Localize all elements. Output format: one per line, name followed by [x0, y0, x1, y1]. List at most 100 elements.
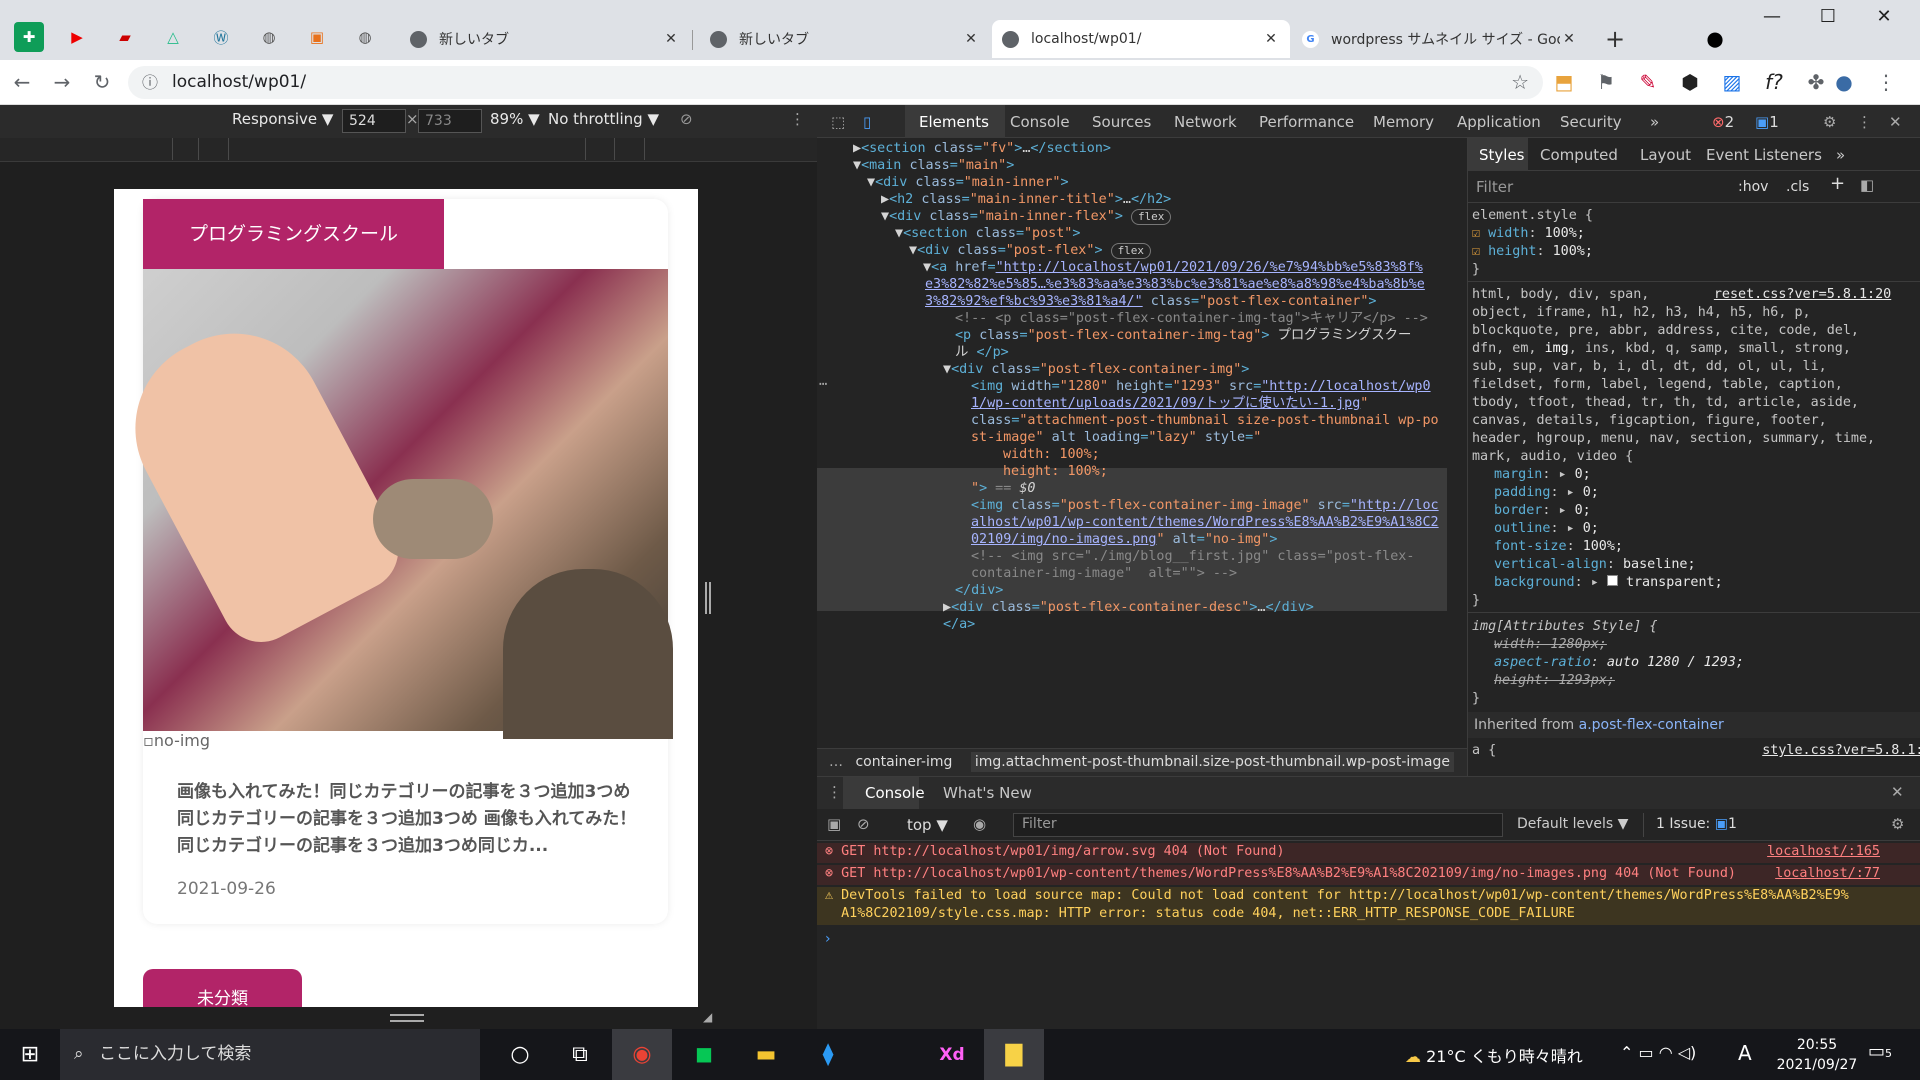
menu-icon[interactable]: ⋮	[1872, 68, 1900, 96]
rule-line[interactable]: aspect-ratio: auto 1280 / 1293;	[1494, 654, 1744, 672]
more-options-icon[interactable]: ⋮	[827, 783, 842, 801]
clear-console-icon[interactable]: ⊘	[857, 815, 870, 833]
extension-icon[interactable]: ✎	[1634, 68, 1662, 96]
rule-line[interactable]: height: 1293px;	[1494, 672, 1615, 690]
console-warning[interactable]: ⚠ DevTools failed to load source map: Co…	[817, 887, 1920, 925]
rule-line[interactable]: }	[1472, 690, 1480, 708]
dom-line[interactable]: </a>	[943, 614, 975, 635]
category-tag[interactable]: プログラミングスクール	[143, 199, 444, 269]
breadcrumb-item[interactable]: img.attachment-post-thumbnail.size-post-…	[970, 752, 1454, 772]
font-icon[interactable]: f?	[1760, 68, 1788, 96]
dom-line[interactable]: container-img-image" alt=""> -->	[971, 563, 1237, 584]
back-icon[interactable]: ←	[8, 68, 36, 96]
bookmark-icon[interactable]: ⚑	[1592, 68, 1620, 96]
width-input[interactable]	[342, 109, 406, 133]
rule-line[interactable]: mark, audio, video {	[1472, 448, 1633, 466]
levels-select[interactable]: Default levels ▼	[1517, 816, 1628, 832]
extensions-icon[interactable]: ✤	[1802, 68, 1830, 96]
inspect-icon[interactable]: ⬚	[831, 113, 845, 131]
more-tabs[interactable]: »	[1650, 113, 1659, 131]
console-error[interactable]: ⊗ GET http://localhost/wp01/wp-content/t…	[817, 865, 1920, 885]
rule-line[interactable]: vertical-align: baseline;	[1494, 556, 1696, 574]
sidebar-toggle-icon[interactable]: ◧	[1860, 176, 1874, 194]
rule-line[interactable]: ☑ height: 100%;	[1472, 243, 1593, 261]
more-options-icon[interactable]: ⋮	[1857, 113, 1872, 131]
rule-line[interactable]: tbody, tfoot, thead, tr, th, td, article…	[1472, 394, 1859, 412]
extension-icon[interactable]: ⬢	[1676, 68, 1704, 96]
issue-count[interactable]: ▣1	[1755, 113, 1779, 131]
resize-handle[interactable]	[390, 1014, 424, 1022]
tab-new-2[interactable]: 新しいタブ ✕	[700, 20, 990, 58]
drawer-tab-whats-new[interactable]: What's New	[943, 784, 1032, 802]
more-options-icon[interactable]: ⋮	[790, 110, 805, 128]
context-select[interactable]: top ▼	[907, 816, 948, 834]
sticky-notes-icon[interactable]: ▇	[984, 1029, 1044, 1080]
close-icon[interactable]: ✕	[962, 31, 980, 47]
youtube-icon[interactable]: ▶	[62, 22, 92, 52]
throttle-select[interactable]: No throttling ▼	[548, 110, 659, 128]
settings-icon[interactable]: ⚙	[1891, 815, 1904, 833]
drive-icon[interactable]: △	[158, 22, 188, 52]
post-thumbnail[interactable]	[114, 269, 673, 739]
wordpress-icon[interactable]: Ⓦ	[206, 22, 236, 52]
height-input[interactable]	[418, 109, 482, 133]
tab-console[interactable]: Console	[1010, 113, 1070, 131]
tab-performance[interactable]: Performance	[1259, 113, 1354, 131]
add-rule-icon[interactable]: +	[1830, 175, 1845, 193]
sidebar-toggle-icon[interactable]: ▣	[827, 815, 841, 833]
windows-start-icon[interactable]: ⊞	[0, 1029, 60, 1080]
tray-icons[interactable]: ⌃ ▭ ◠ ◁)	[1620, 1043, 1696, 1062]
resize-corner-icon[interactable]: ◢	[703, 1010, 712, 1024]
cls-toggle[interactable]: .cls	[1786, 178, 1809, 196]
rule-line[interactable]: margin: ▸ 0;	[1494, 466, 1591, 484]
device-toggle-icon[interactable]: ▯	[863, 113, 871, 131]
drawer-tab-console[interactable]: Console	[865, 784, 925, 802]
sheets-icon[interactable]: ✚	[14, 22, 44, 52]
tab-elements[interactable]: Elements	[919, 113, 989, 131]
rule-line[interactable]: ☑ width: 100%;	[1472, 225, 1585, 243]
task-view-icon[interactable]: ⧉	[550, 1029, 610, 1080]
zoom-select[interactable]: 89% ▼	[490, 110, 540, 128]
new-tab-icon[interactable]: +	[1600, 24, 1630, 54]
console-error[interactable]: ⊗ GET http://localhost/wp01/img/arrow.sv…	[817, 843, 1920, 863]
maximize-icon[interactable]: ☐	[1808, 6, 1848, 36]
tab-styles[interactable]: Styles	[1479, 146, 1525, 164]
bookmark-app-icon[interactable]: ▰	[110, 22, 140, 52]
issues-button[interactable]: 1 Issue: ▣1	[1643, 813, 1749, 837]
rule-line[interactable]: width: 1280px;	[1494, 636, 1607, 654]
tab-layout[interactable]: Layout	[1640, 146, 1691, 164]
eye-icon[interactable]: ◉	[973, 815, 986, 833]
tab-event-listeners[interactable]: Event Listeners	[1706, 146, 1822, 164]
tab-search-icon[interactable]: ⬤	[1700, 24, 1730, 54]
tab-application[interactable]: Application	[1457, 113, 1541, 131]
more-options-icon[interactable]: ⋯	[819, 374, 827, 395]
tab-security[interactable]: Security	[1560, 113, 1622, 131]
close-icon[interactable]: ✕	[1262, 31, 1280, 47]
device-select[interactable]: Responsive ▼	[232, 110, 333, 128]
extension-icon[interactable]: ▨	[1718, 68, 1746, 96]
adobe-xd-icon[interactable]: Xd	[922, 1029, 982, 1080]
rotate-icon[interactable]: ⊘	[680, 110, 693, 128]
vscode-icon[interactable]: ⧫	[798, 1029, 858, 1080]
rule-line[interactable]: font-size: 100%;	[1494, 538, 1623, 556]
message-source[interactable]: localhost/:165	[1767, 843, 1880, 861]
close-icon[interactable]: ✕	[1891, 783, 1904, 801]
rule-line[interactable]: sub, sup, var, b, i, dl, dt, dd, ol, ul,…	[1472, 358, 1827, 376]
close-window-icon[interactable]: ✕	[1864, 6, 1904, 36]
message-source[interactable]: localhost/:77	[1775, 865, 1880, 883]
rule-line[interactable]: fieldset, form, label, legend, table, ca…	[1472, 376, 1843, 394]
rule-line[interactable]: a { style.css?ver=5.8.1:19	[1472, 742, 1920, 760]
rule-line[interactable]: canvas, details, figcaption, figure, foo…	[1472, 412, 1827, 430]
dom-tree[interactable]: ▶<section class="fv">…</section> ▼<main …	[817, 138, 1467, 748]
reload-icon[interactable]: ↻	[88, 68, 116, 96]
weather[interactable]: ☁ 21°C くもり時々晴れ	[1405, 1043, 1583, 1067]
post-excerpt[interactable]: 画像も入れてみた！同じカテゴリーの記事を３つ追加3つめ同じカテゴリーの記事を３つ…	[177, 779, 637, 860]
settings-icon[interactable]: ⚙	[1823, 113, 1836, 131]
cortana-icon[interactable]: ○	[490, 1029, 550, 1080]
rule-line[interactable]: element.style {	[1472, 207, 1593, 225]
rule-line[interactable]: object, iframe, h1, h2, h3, h4, h5, h6, …	[1472, 304, 1811, 322]
extension-icon[interactable]: ⬒	[1550, 68, 1578, 96]
close-icon[interactable]: ✕	[1560, 31, 1578, 47]
tab-sources[interactable]: Sources	[1092, 113, 1151, 131]
tab-google-search[interactable]: G wordpress サムネイル サイズ - Goo ✕	[1292, 20, 1588, 58]
